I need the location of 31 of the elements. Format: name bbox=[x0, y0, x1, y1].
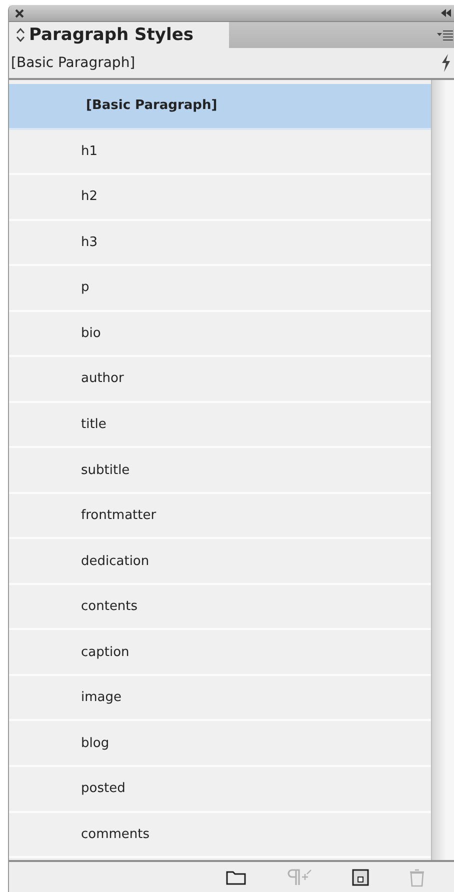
pilcrow-plus-icon bbox=[286, 868, 312, 886]
style-item[interactable]: caption bbox=[9, 630, 431, 676]
style-item[interactable]: contents bbox=[9, 584, 431, 630]
style-item[interactable]: blog bbox=[9, 721, 431, 767]
style-item[interactable]: comments bbox=[9, 812, 431, 858]
style-item[interactable]: posted bbox=[9, 766, 431, 812]
style-item[interactable]: frontmatter bbox=[9, 494, 431, 540]
panel-title: Paragraph Styles bbox=[29, 25, 194, 45]
style-item[interactable]: subtitle bbox=[9, 448, 431, 494]
style-item[interactable]: h3 bbox=[9, 220, 431, 266]
trash-icon bbox=[409, 868, 425, 886]
new-button[interactable] bbox=[352, 868, 369, 886]
folder-button[interactable] bbox=[226, 869, 246, 885]
style-item[interactable]: p bbox=[9, 266, 431, 312]
close-icon[interactable] bbox=[15, 8, 24, 18]
style-item[interactable]: image bbox=[9, 676, 431, 722]
style-item[interactable]: bio bbox=[9, 312, 431, 358]
style-item[interactable]: author bbox=[9, 357, 431, 403]
panel-tab[interactable]: Paragraph Styles bbox=[9, 22, 229, 48]
folder-icon bbox=[226, 869, 246, 885]
style-item[interactable]: h1 bbox=[9, 130, 431, 176]
new-page-icon bbox=[352, 868, 369, 886]
up-down-icon bbox=[16, 28, 25, 42]
style-item[interactable]: dedication bbox=[9, 539, 431, 585]
style-item[interactable]: h2 bbox=[9, 175, 431, 221]
style-item[interactable]: title bbox=[9, 402, 431, 448]
style-item[interactable]: [Basic Paragraph] bbox=[9, 84, 431, 130]
menu-icon[interactable] bbox=[437, 30, 453, 40]
lightning-icon[interactable] bbox=[441, 54, 451, 72]
collapse-icon[interactable] bbox=[441, 9, 451, 17]
current-style-label: [Basic Paragraph] bbox=[11, 55, 136, 71]
